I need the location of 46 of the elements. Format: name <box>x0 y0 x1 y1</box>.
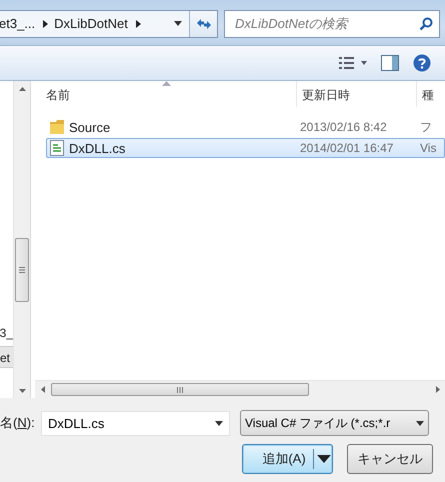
caret-icon <box>416 420 424 426</box>
cancel-button[interactable]: キャンセル <box>347 444 433 474</box>
caret-icon <box>215 420 223 426</box>
file-date: 2013/02/16 8:42 <box>300 120 388 134</box>
caret-icon <box>174 21 182 26</box>
caret-icon <box>317 455 331 463</box>
file-row[interactable]: Source 2013/02/16 8:42 フ <box>46 117 445 137</box>
help-icon <box>413 54 431 72</box>
filename-field[interactable]: DxDLL.cs <box>41 410 230 436</box>
help-button[interactable] <box>413 54 431 72</box>
file-type: Vis <box>420 141 436 155</box>
add-button[interactable]: 追加(A) <box>242 444 333 474</box>
nav-item[interactable]: 3_ <box>0 322 13 344</box>
search-field[interactable]: DxLibDotNetの検索 <box>224 10 440 38</box>
sort-arrow-icon <box>162 81 170 86</box>
column-header[interactable]: 種 <box>417 81 445 107</box>
pane-icon <box>381 55 399 71</box>
refresh-button[interactable] <box>189 10 217 36</box>
right-arrow-icon <box>436 386 440 393</box>
scrollbar-thumb[interactable] <box>15 238 29 302</box>
file-type-dropdown[interactable]: Visual C# ファイル (*.cs;*.r <box>240 410 429 436</box>
nav-item[interactable]: et <box>0 346 13 368</box>
file-type: フ <box>420 118 432 136</box>
chevron-icon <box>134 20 142 28</box>
code-file-icon <box>50 140 64 156</box>
left-arrow-icon <box>40 386 44 393</box>
folder-icon <box>50 119 64 135</box>
column-header[interactable]: 名前 <box>35 81 297 107</box>
grip-icon <box>19 267 25 273</box>
grip-icon <box>177 386 183 392</box>
list-view-icon <box>339 57 367 69</box>
breadcrumb[interactable]: DxLibDotNet <box>54 16 128 31</box>
preview-pane-button[interactable] <box>381 55 399 71</box>
chevron-icon <box>41 20 50 28</box>
view-button[interactable] <box>339 57 367 69</box>
search-icon <box>419 16 433 30</box>
refresh-icon <box>196 16 212 30</box>
down-arrow-icon <box>18 388 26 392</box>
column-header[interactable]: 更新日時 <box>297 81 417 107</box>
file-name: Source <box>69 120 110 134</box>
filename-label: 名(N): <box>0 414 36 432</box>
file-row[interactable]: DxDLL.cs 2014/02/01 16:47 Vis <box>46 138 445 158</box>
up-arrow-icon <box>18 86 26 90</box>
scrollbar-thumb[interactable] <box>51 383 309 396</box>
file-name: DxDLL.cs <box>69 140 126 156</box>
file-date: 2014/02/01 16:47 <box>300 141 394 155</box>
